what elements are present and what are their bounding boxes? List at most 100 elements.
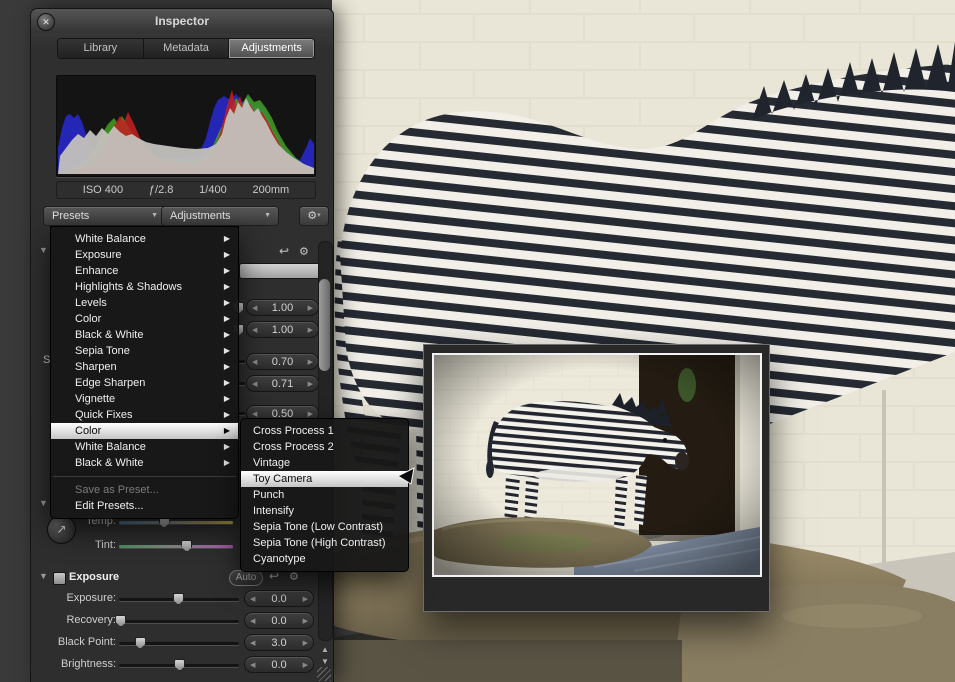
inspector-titlebar[interactable]: Inspector <box>31 9 333 33</box>
stepper-value[interactable]: 0.0 <box>271 593 286 605</box>
menu-item-quick-fixes[interactable]: Quick Fixes▶ <box>51 407 238 423</box>
menu-item-white-balance-2[interactable]: White Balance▶ <box>51 439 238 455</box>
step-left-icon[interactable]: ◀ <box>252 326 257 334</box>
step-right-icon[interactable]: ▶ <box>303 617 308 625</box>
step-right-icon[interactable]: ▶ <box>308 304 313 312</box>
menu-item-exposure[interactable]: Exposure▶ <box>51 247 238 263</box>
submenu-arrow-icon: ▶ <box>224 327 230 343</box>
step-right-icon[interactable]: ▶ <box>308 326 313 334</box>
exposure-enabled-checkbox[interactable] <box>53 572 66 585</box>
step-left-icon[interactable]: ◀ <box>250 639 255 647</box>
submenu-item-vintage[interactable]: Vintage <box>241 455 408 471</box>
step-right-icon[interactable]: ▶ <box>303 661 308 669</box>
submenu-item-intensify[interactable]: Intensify <box>241 503 408 519</box>
menu-item-vignette[interactable]: Vignette▶ <box>51 391 238 407</box>
recovery-slider-thumb[interactable] <box>115 615 126 627</box>
auto-exposure-button[interactable]: Auto <box>229 570 263 586</box>
menu-item-enhance[interactable]: Enhance▶ <box>51 263 238 279</box>
presets-dropdown[interactable]: Presets ▼ <box>43 206 166 226</box>
submenu-arrow-icon: ▶ <box>224 359 230 375</box>
submenu-item-cross-process-1[interactable]: Cross Process 1 <box>241 423 408 439</box>
white-balance-preset-field[interactable] <box>239 263 323 279</box>
value-stepper[interactable]: ◀ 1.00 ▶ <box>246 299 319 316</box>
step-left-icon[interactable]: ◀ <box>250 595 255 603</box>
tab-metadata[interactable]: Metadata <box>144 39 230 58</box>
menu-item-color[interactable]: Color▶ <box>51 311 238 327</box>
menu-item-highlights-shadows[interactable]: Highlights & Shadows▶ <box>51 279 238 295</box>
exposure-slider[interactable] <box>119 598 239 601</box>
brightness-slider-thumb[interactable] <box>174 659 185 671</box>
brightness-value-stepper[interactable]: ◀ 0.0 ▶ <box>244 656 314 673</box>
undo-icon[interactable]: ↩ <box>279 244 289 258</box>
submenu-arrow-icon: ▶ <box>224 439 230 455</box>
stepper-value[interactable]: 3.0 <box>271 637 286 649</box>
menu-item-edit-presets[interactable]: Edit Presets... <box>51 498 238 514</box>
step-left-icon[interactable]: ◀ <box>252 304 257 312</box>
resize-grip[interactable] <box>317 667 331 681</box>
value-stepper[interactable]: ◀ 0.70 ▶ <box>246 353 319 370</box>
scroll-up-icon[interactable]: ▲ <box>320 645 330 654</box>
submenu-item-sepia-low[interactable]: Sepia Tone (Low Contrast) <box>241 519 408 535</box>
menu-item-levels[interactable]: Levels▶ <box>51 295 238 311</box>
menu-item-black-white[interactable]: Black & White▶ <box>51 327 238 343</box>
step-left-icon[interactable]: ◀ <box>252 380 257 388</box>
menu-item-edge-sharpen[interactable]: Edge Sharpen▶ <box>51 375 238 391</box>
step-left-icon[interactable]: ◀ <box>252 358 257 366</box>
tab-adjustments[interactable]: Adjustments <box>229 39 314 58</box>
temp-slider[interactable] <box>119 521 233 524</box>
step-right-icon[interactable]: ▶ <box>308 358 313 366</box>
exposure-slider-thumb[interactable] <box>173 593 184 605</box>
submenu-item-punch[interactable]: Punch <box>241 487 408 503</box>
menu-item-sharpen[interactable]: Sharpen▶ <box>51 359 238 375</box>
stepper-value[interactable]: 1.00 <box>272 302 293 314</box>
iso-value: ISO 400 <box>83 182 123 198</box>
close-icon[interactable]: ✕ <box>37 13 55 31</box>
disclosure-triangle-icon[interactable]: ▼ <box>39 571 48 581</box>
scroll-down-icon[interactable]: ▼ <box>320 657 330 666</box>
tint-slider[interactable] <box>119 545 233 548</box>
black-point-slider[interactable] <box>119 642 239 645</box>
step-right-icon[interactable]: ▶ <box>303 595 308 603</box>
step-right-icon[interactable]: ▶ <box>303 639 308 647</box>
submenu-item-cyanotype[interactable]: Cyanotype <box>241 551 408 567</box>
menu-item-white-balance[interactable]: White Balance▶ <box>51 231 238 247</box>
disclosure-triangle-icon[interactable]: ▼ <box>39 245 48 255</box>
step-right-icon[interactable]: ▶ <box>308 380 313 388</box>
step-left-icon[interactable]: ◀ <box>250 661 255 669</box>
value-stepper[interactable]: ◀ 0.71 ▶ <box>246 375 319 392</box>
scrollbar-thumb[interactable] <box>319 279 330 371</box>
stepper-value[interactable]: 0.70 <box>272 356 293 368</box>
menu-item-black-white-2[interactable]: Black & White▶ <box>51 455 238 471</box>
exposure-value-stepper[interactable]: ◀ 0.0 ▶ <box>244 590 314 607</box>
tint-slider-thumb[interactable] <box>181 540 192 552</box>
settings-gear-button[interactable]: ⚙▾ <box>299 206 329 226</box>
step-right-icon[interactable]: ▶ <box>308 410 313 418</box>
stepper-value[interactable]: 0.71 <box>272 378 293 390</box>
recovery-value-stepper[interactable]: ◀ 0.0 ▶ <box>244 612 314 629</box>
menu-item-color-selected[interactable]: Color▶ <box>51 423 238 439</box>
submenu-item-cross-process-2[interactable]: Cross Process 2 <box>241 439 408 455</box>
tab-library[interactable]: Library <box>58 39 144 58</box>
gear-icon[interactable]: ⚙ <box>299 245 309 258</box>
menu-item-save-as-preset: Save as Preset... <box>51 482 238 498</box>
stepper-value[interactable]: 0.0 <box>271 659 286 671</box>
stepper-value[interactable]: 1.00 <box>272 324 293 336</box>
step-left-icon[interactable]: ◀ <box>250 617 255 625</box>
gear-caret-icon: ▾ <box>317 212 321 219</box>
submenu-item-toy-camera[interactable]: Toy Camera <box>241 471 408 487</box>
black-point-value-stepper[interactable]: ◀ 3.0 ▶ <box>244 634 314 651</box>
menu-item-sepia-tone[interactable]: Sepia Tone▶ <box>51 343 238 359</box>
stepper-value[interactable]: 0.0 <box>271 615 286 627</box>
submenu-arrow-icon: ▶ <box>224 247 230 263</box>
histogram <box>56 75 316 177</box>
value-stepper[interactable]: ◀ 1.00 ▶ <box>246 321 319 338</box>
presets-menu: White Balance▶ Exposure▶ Enhance▶ Highli… <box>50 226 239 519</box>
adjustments-dropdown[interactable]: Adjustments ▼ <box>161 206 279 226</box>
disclosure-triangle-icon[interactable]: ▼ <box>39 498 48 508</box>
recovery-slider[interactable] <box>119 620 239 623</box>
step-left-icon[interactable]: ◀ <box>252 410 257 418</box>
black-point-slider-thumb[interactable] <box>135 637 146 649</box>
brightness-slider[interactable] <box>119 664 239 667</box>
submenu-item-sepia-high[interactable]: Sepia Tone (High Contrast) <box>241 535 408 551</box>
chevron-down-icon: ▼ <box>151 207 158 225</box>
